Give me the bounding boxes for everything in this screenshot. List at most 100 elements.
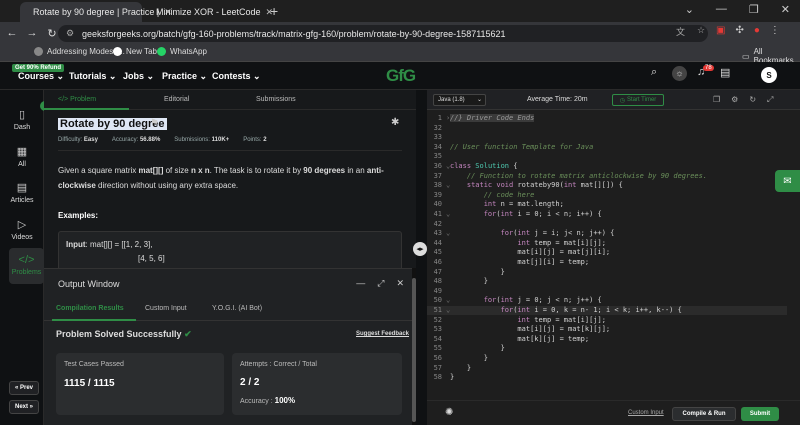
minimize-icon[interactable]: — [716,3,727,16]
gfg-logo[interactable]: GfG [386,66,416,86]
rail-videos[interactable]: ▷ Videos [0,218,44,241]
nav-practice[interactable]: Practice ⌄ [162,71,207,82]
translate-page-icon[interactable]: ▤ [720,66,730,79]
tab-yogi-bot[interactable]: Y.O.G.I. (AI Bot) [212,305,262,312]
code-line[interactable]: 56 } [427,354,787,363]
custom-input-link[interactable]: Custom Input [628,410,664,416]
code-line[interactable]: 46 mat[j][i] = temp; [427,258,787,267]
window-close-icon[interactable]: ✕ [781,3,790,16]
folder-icon: ▭ [742,51,750,61]
lightbulb-icon[interactable]: ✺ [445,407,453,418]
new-tab-button[interactable]: + [270,3,278,19]
code-line[interactable]: 34 // User function Template for Java [427,143,787,152]
panel-resize-handle[interactable]: ◂▸ [413,242,427,256]
expand-icon[interactable]: ⤢ [377,278,384,289]
scrollbar-thumb[interactable] [412,278,416,422]
profile-badge-icon[interactable]: ● [754,25,760,36]
code-line[interactable]: 41 ⌄ for(int i = 0; i < n; i++) { [427,210,787,219]
copy-icon[interactable]: ❐ [713,95,720,105]
chat-icon[interactable]: ✉ [775,170,800,192]
theme-toggle-icon[interactable]: ☼ [672,66,687,81]
code-line[interactable]: 47 } [427,268,787,277]
language-select[interactable]: Java (1.8) ⌄ [433,94,486,106]
nav-tutorials[interactable]: Tutorials ⌄ [69,71,116,82]
code-line[interactable]: 42 [427,220,787,229]
code-line[interactable]: 48 } [427,277,787,286]
code-line[interactable]: 35 [427,152,787,161]
code-line[interactable]: 52 int temp = mat[i][j]; [427,316,787,325]
code-line[interactable]: 49 [427,287,787,296]
code-line[interactable]: 43 ⌄ for(int j = i; j< n; j++) { [427,229,787,238]
nav-courses[interactable]: Courses ⌄ [18,71,64,82]
url-input[interactable]: ⚙ geeksforgeeks.org/batch/gfg-160-proble… [58,25,708,42]
rail-dash[interactable]: ▯ Dash [0,108,44,131]
settings-icon[interactable]: ⚙ [731,95,738,105]
bookmark-icon[interactable]: ⚑ [150,118,159,129]
extensions-icon[interactable]: ✣ [735,25,743,36]
tab-editorial[interactable]: Editorial [164,96,189,103]
nav-contests[interactable]: Contests ⌄ [212,71,261,82]
code-text: int temp = mat[i][j]; [517,238,606,247]
bookmark-star-icon[interactable]: ☆ [697,25,705,38]
close-icon[interactable]: ✕ [396,278,404,289]
rail-problems[interactable]: </> Problems [9,248,44,284]
tab-search-icon[interactable]: ⌄ [685,3,694,16]
tab-leetcode[interactable]: Minimize XOR - LeetCode ✕ [143,2,273,22]
avatar[interactable]: S [761,67,777,83]
code-line[interactable]: 33 [427,133,787,142]
code-line[interactable]: 37 // Function to rotate matrix anticloc… [427,172,787,181]
rail-articles[interactable]: ▤ Articles [0,181,44,204]
code-line[interactable]: 32 [427,124,787,133]
code-line[interactable]: 45 mat[i][j] = mat[j][i]; [427,248,787,257]
bookmark-whatsapp[interactable]: WhatsApp [157,47,207,56]
code-line[interactable]: 39 // code here [427,191,787,200]
code-line[interactable]: 54 mat[k][j] = temp; [427,335,787,344]
code-line[interactable]: 36 ⌄class Solution { [427,162,787,171]
tab-compilation-results[interactable]: Compilation Results [56,305,124,312]
report-bug-icon[interactable]: ✱ [391,117,399,128]
suggest-feedback-link[interactable]: Suggest Feedback [356,331,409,337]
nav-jobs[interactable]: Jobs ⌄ [123,71,154,82]
code-editor[interactable]: 1 ›//} Driver Code Ends 32 33 34 // User func… [427,110,800,400]
refund-badge[interactable]: Get 90% Refund [12,64,65,72]
back-icon[interactable]: ← [4,27,20,39]
code-line[interactable]: 58} [427,373,787,382]
minimize-icon[interactable]: — [356,278,365,289]
line-number: 32 [433,123,442,132]
compile-run-button[interactable]: Compile & Run [672,407,736,421]
restore-icon[interactable]: ❐ [749,3,759,16]
code-line[interactable]: 51 ⌄ for(int i = 0, k = n- 1; i < k; i++,… [427,306,787,315]
tab-problem[interactable]: </> Problem [58,96,96,103]
bookmark-addressing[interactable]: Addressing Modes -... [34,47,125,56]
prev-button[interactable]: « Prev [9,381,39,395]
code-line[interactable]: 38 ⌄ static void rotateby90(int mat[][]) … [427,181,787,190]
fullscreen-icon[interactable]: ⤢ [767,95,773,105]
start-timer-button[interactable]: ◷ Start Timer [612,94,664,106]
forward-icon[interactable]: → [24,27,40,39]
site-info-icon[interactable]: ⚙ [66,28,74,39]
code-line[interactable]: 40 int n = mat.length; [427,200,787,209]
code-line[interactable]: 53 mat[i][j] = mat[k][j]; [427,325,787,334]
bookmark-new-tab[interactable]: New Tab [113,47,157,56]
attempts-card: Attempts : Correct / Total 2 / 2 Accurac… [232,353,402,415]
next-button[interactable]: Next » [9,400,39,414]
extension-red-icon[interactable]: ▣ [716,25,725,36]
reset-icon[interactable]: ↻ [749,95,756,105]
tab-submissions[interactable]: Submissions [256,96,296,103]
output-scrollbar[interactable] [412,268,416,425]
code-line[interactable]: 1 ›//} Driver Code Ends [427,114,787,123]
tab-custom-input[interactable]: Custom Input [145,305,187,312]
code-line[interactable]: 50 ⌄ for(int j = 0; j < n; j++) { [427,296,787,305]
submit-button[interactable]: Submit [741,407,779,421]
code-line[interactable]: 55 } [427,344,787,353]
search-icon[interactable]: ⌕ [651,66,657,79]
rail-label: Dash [13,124,31,131]
code-line[interactable]: 57 } [427,364,787,373]
code-text: mat[k][j] = temp; [450,334,590,343]
translate-icon[interactable]: 文 [676,25,685,38]
tab-rotate[interactable]: Rotate by 90 degree | Practice | ✕ [20,2,172,22]
code-line[interactable]: 44 int temp = mat[i][j]; [427,239,787,248]
meta-label: Submissions: [174,137,210,143]
rail-all[interactable]: ▦ All [0,145,44,168]
menu-icon[interactable]: ⋮ [770,25,780,36]
